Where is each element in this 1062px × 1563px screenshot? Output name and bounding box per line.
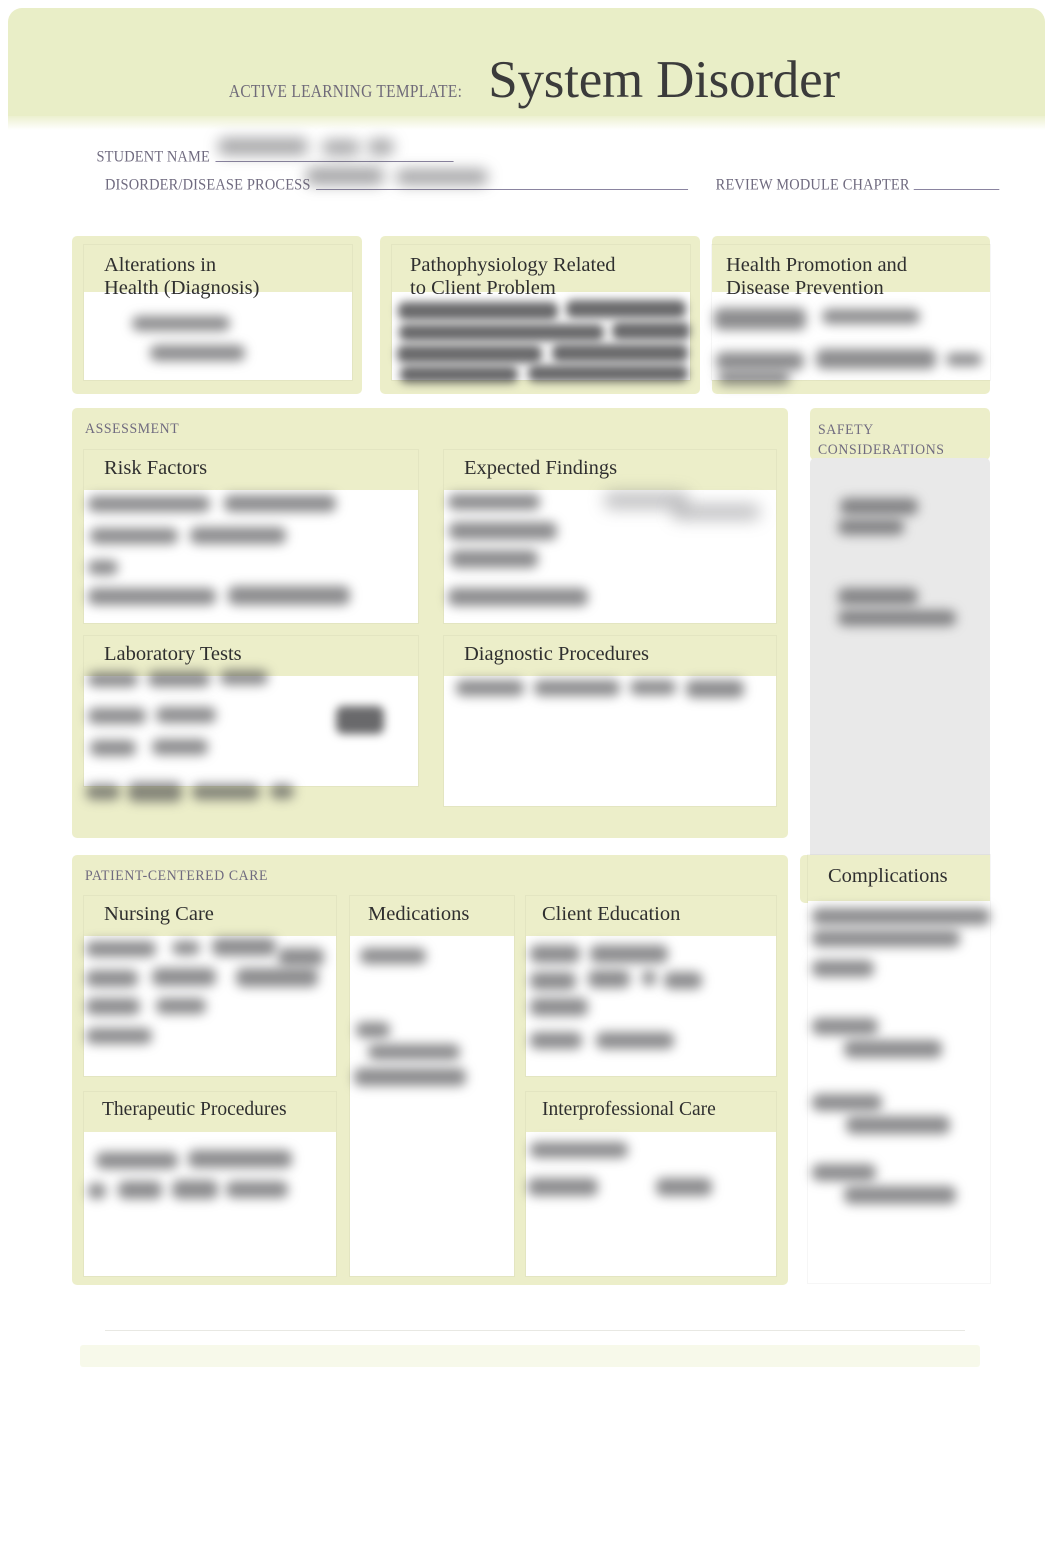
card-client-education[interactable]: Client Education	[526, 896, 776, 1076]
laboratory-tests-card-body[interactable]	[84, 676, 418, 786]
risk-factors-card-title: Risk Factors	[104, 457, 208, 479]
diagnostic-procedures-card-title: Diagnostic Procedures	[464, 643, 650, 665]
therapeutic-procedures-card-body[interactable]	[84, 1132, 336, 1276]
card-expected-findings[interactable]: Expected Findings	[444, 450, 776, 623]
card-interprofessional-care[interactable]: Interprofessional Care	[526, 1092, 776, 1276]
laboratory-tests-card-title: Laboratory Tests	[104, 643, 242, 665]
client-education-card-body[interactable]	[526, 936, 776, 1076]
card-nursing-care[interactable]: Nursing Care	[84, 896, 336, 1076]
interprofessional-care-card-body[interactable]	[526, 1132, 776, 1276]
client-education-card-title: Client Education	[542, 903, 681, 925]
card-risk-factors[interactable]: Risk Factors	[84, 450, 418, 623]
safety-panel-body[interactable]	[810, 458, 990, 862]
nursing-care-card-title: Nursing Care	[104, 903, 214, 925]
disorder-process-field-row: DISORDER/DISEASE PROCESS	[104, 174, 689, 195]
therapeutic-procedures-card-title: Therapeutic Procedures	[102, 1099, 287, 1120]
pathophysiology-card-body[interactable]	[392, 292, 690, 380]
card-laboratory-tests[interactable]: Laboratory Tests	[84, 636, 418, 786]
card-diagnostic-procedures[interactable]: Diagnostic Procedures	[444, 636, 776, 806]
page-title: System Disorder	[488, 51, 840, 109]
student-name-field-row: STUDENT NAME	[96, 146, 454, 167]
footer-divider	[105, 1330, 965, 1331]
card-pathophysiology[interactable]: Pathophysiology Related to Client Proble…	[392, 245, 690, 380]
complications-card-body[interactable]	[808, 901, 990, 1283]
review-module-field-row: REVIEW MODULE CHAPTER	[716, 174, 999, 195]
risk-factors-card-body[interactable]	[84, 490, 418, 623]
alterations-card-body[interactable]	[84, 292, 352, 380]
nursing-care-card-body[interactable]	[84, 936, 336, 1076]
student-name-label: STUDENT NAME	[96, 148, 210, 166]
disorder-process-label: DISORDER/DISEASE PROCESS	[104, 176, 311, 194]
health-promotion-card-body[interactable]	[712, 292, 990, 380]
complications-card-title: Complications	[828, 865, 948, 887]
diagnostic-procedures-card-body[interactable]	[444, 676, 776, 806]
medications-card-title: Medications	[368, 903, 470, 925]
student-name-input[interactable]	[215, 146, 454, 162]
template-eyebrow-label: ACTIVE LEARNING TEMPLATE:	[229, 81, 463, 101]
header-title-group: ACTIVE LEARNING TEMPLATE: System Disorde…	[8, 50, 1045, 110]
disorder-process-input[interactable]	[316, 174, 689, 190]
card-complications[interactable]: Complications	[808, 855, 990, 1283]
review-module-input[interactable]	[913, 174, 999, 190]
footer-bar	[80, 1345, 980, 1367]
review-module-label: REVIEW MODULE CHAPTER	[715, 176, 910, 194]
interprofessional-care-card-title: Interprofessional Care	[542, 1099, 716, 1120]
card-alterations-in-health[interactable]: Alterations in Health (Diagnosis)	[84, 245, 352, 380]
header-banner: ACTIVE LEARNING TEMPLATE: System Disorde…	[8, 8, 1045, 130]
card-medications[interactable]: Medications	[350, 896, 514, 1276]
expected-findings-card-body[interactable]	[444, 490, 776, 623]
safety-considerations-label: SAFETY CONSIDERATIONS	[818, 422, 945, 458]
expected-findings-card-title: Expected Findings	[464, 457, 618, 479]
patient-centered-care-label: PATIENT-CENTERED CARE	[85, 868, 269, 884]
medications-card-body[interactable]	[350, 936, 514, 1276]
card-therapeutic-procedures[interactable]: Therapeutic Procedures	[84, 1092, 336, 1276]
card-health-promotion[interactable]: Health Promotion and Disease Prevention	[712, 245, 990, 380]
assessment-section-label: ASSESSMENT	[85, 421, 180, 437]
